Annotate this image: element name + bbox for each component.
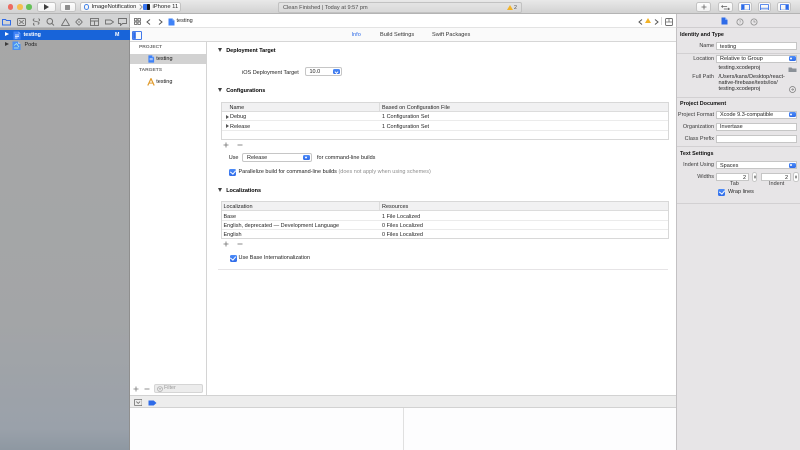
svg-text:?: ? [738, 19, 741, 24]
